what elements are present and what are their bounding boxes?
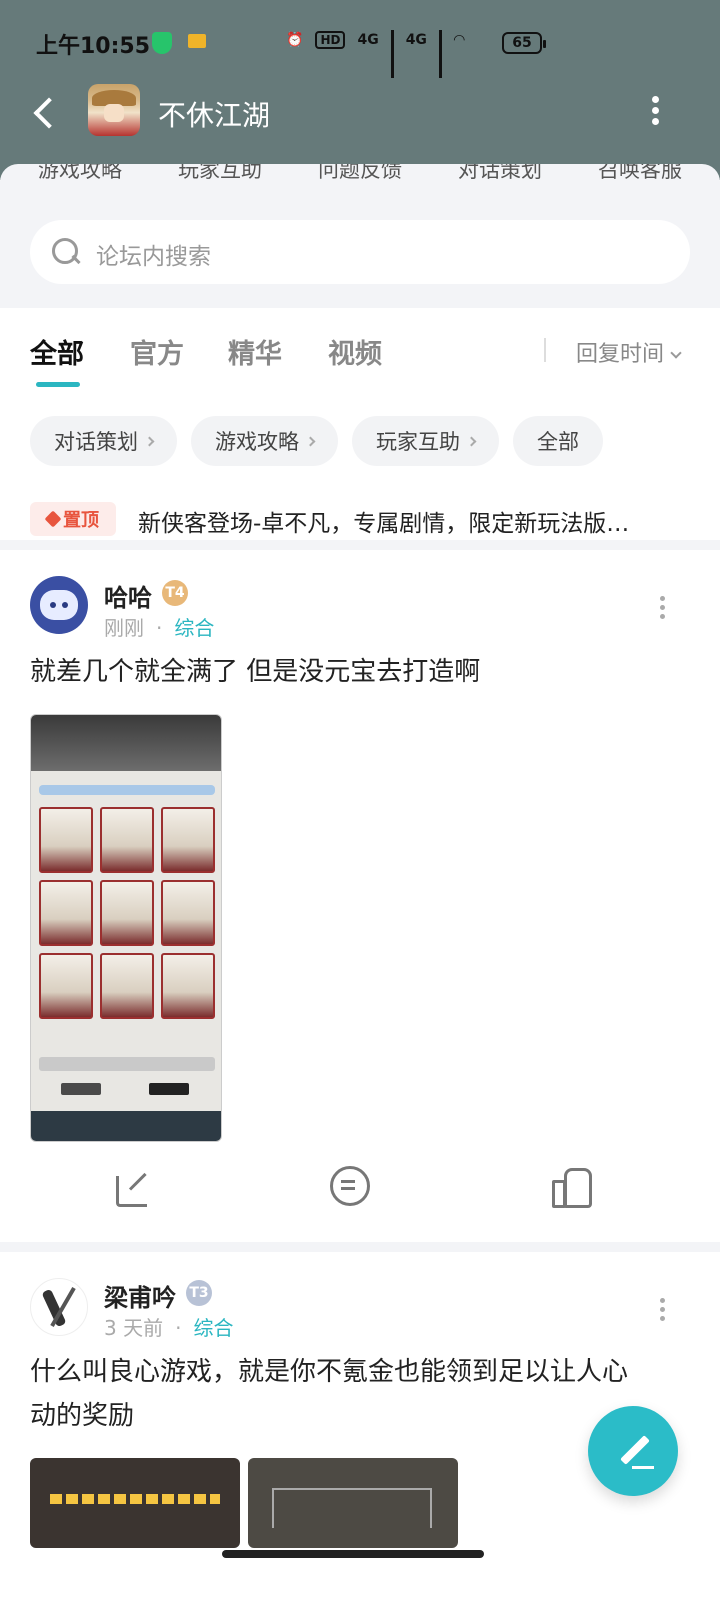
chip-player-help[interactable]: 玩家互助 [352,416,499,466]
battery-icon: 65 [502,32,546,54]
chip-label: 对话策划 [54,430,138,454]
chip-dialogue-planning[interactable]: 对话策划 [30,416,177,466]
post-content: 就差几个就全满了 但是没元宝去打造啊 [30,657,481,687]
post-time: 刚刚 [104,616,144,640]
signal-bars-icon-2 [438,30,442,78]
avatar[interactable] [30,576,88,634]
level-badge: T3 [186,1280,212,1306]
post-category[interactable]: 综合 [193,1316,233,1340]
signal-bars-icon [390,30,394,78]
post-meta: 3 天前 · 综合 [104,1316,234,1340]
pin-icon [44,510,62,528]
post-image[interactable] [30,714,222,1142]
search-icon [52,238,80,266]
chevron-down-icon [670,347,682,359]
category-link[interactable]: 游戏攻略 [38,164,122,184]
game-avatar-icon[interactable] [88,84,140,136]
home-gesture-bar[interactable] [222,1550,484,1558]
tab-official[interactable]: 官方 [130,332,184,371]
chip-game-guide[interactable]: 游戏攻略 [191,416,338,466]
username[interactable]: 梁甫吟 [104,1278,176,1313]
chip-label: 全部 [537,430,579,454]
share-icon[interactable] [114,1166,154,1207]
category-search-band: 游戏攻略 玩家互助 问题反馈 对话策划 召唤客服 论坛内搜索 [0,164,720,308]
active-tab-indicator [36,382,80,387]
status-icons: ⏰ HD 4G 4G ◠ [286,30,465,78]
tab-video[interactable]: 视频 [328,332,382,371]
comment-icon[interactable] [330,1166,370,1206]
like-icon[interactable] [552,1166,592,1208]
app-header: 不休江湖 [0,84,720,144]
username[interactable]: 哈哈 [104,578,152,613]
network-label-2: 4G [405,32,427,48]
level-badge: T4 [162,580,188,606]
pen-icon [620,1435,650,1465]
category-link[interactable]: 玩家互助 [178,164,262,184]
chip-label: 游戏攻略 [215,430,299,454]
status-time: 上午10:55 [36,34,151,59]
chip-label: 玩家互助 [376,430,460,454]
chevron-right-icon [305,436,316,446]
chevron-right-icon [466,436,477,446]
network-label-1: 4G [357,32,379,48]
more-vertical-icon[interactable] [650,96,662,126]
post-time: 3 天前 [104,1316,164,1340]
post-actions [0,1166,720,1226]
sort-label: 回复时间 [576,342,665,367]
alarm-icon: ⏰ [286,32,304,48]
wifi-icon: ◠ [453,32,465,48]
chevron-right-icon [144,436,155,446]
post-meta: 刚刚 · 综合 [104,616,215,640]
avatar[interactable] [30,1278,88,1336]
pinned-post[interactable]: 置顶 新侠客登场-卓不凡，专属剧情，限定新玩法版… [30,500,690,540]
post-content: 什么叫良心游戏，就是你不氪金也能领到足以让人心动的奖励 [30,1357,629,1431]
section-divider [0,540,720,550]
tab-all[interactable]: 全部 [30,332,84,371]
sort-dropdown[interactable]: 回复时间 [576,336,682,368]
feed-tabs: 全部 官方 精华 视频 回复时间 [0,320,720,390]
category-link[interactable]: 召唤客服 [598,164,682,184]
notification-flag-icon [188,34,206,48]
tab-divider [544,338,546,362]
post-image[interactable] [30,1458,240,1548]
compose-button[interactable] [588,1406,678,1496]
pinned-badge-label: 置顶 [63,510,99,531]
top-bar: 上午10:55 ⏰ HD 4G 4G ◠ 65 不休江湖 [0,0,720,180]
page-title: 不休江湖 [158,99,271,132]
search-input[interactable]: 论坛内搜索 [30,220,690,284]
back-arrow-icon[interactable] [26,92,66,132]
more-vertical-icon[interactable] [660,596,668,622]
post-image[interactable] [248,1458,458,1548]
category-row: 游戏攻略 玩家互助 问题反馈 对话策划 召唤客服 [0,164,720,184]
chip-all[interactable]: 全部 [513,416,603,466]
search-placeholder: 论坛内搜索 [96,244,211,270]
hd-icon: HD [315,31,346,49]
category-link[interactable]: 对话策划 [458,164,542,184]
pinned-badge: 置顶 [30,502,116,536]
shield-icon [152,32,172,54]
status-bar: 上午10:55 ⏰ HD 4G 4G ◠ 65 [0,24,720,78]
more-vertical-icon[interactable] [660,1298,668,1324]
pinned-title: 新侠客登场-卓不凡，专属剧情，限定新玩法版… [138,511,630,537]
section-divider [0,1242,720,1252]
tab-featured[interactable]: 精华 [228,332,282,371]
pen-underline [632,1466,654,1469]
filter-chips: 对话策划 游戏攻略 玩家互助 全部 [30,416,603,466]
post-category[interactable]: 综合 [174,616,214,640]
category-link[interactable]: 问题反馈 [318,164,402,184]
